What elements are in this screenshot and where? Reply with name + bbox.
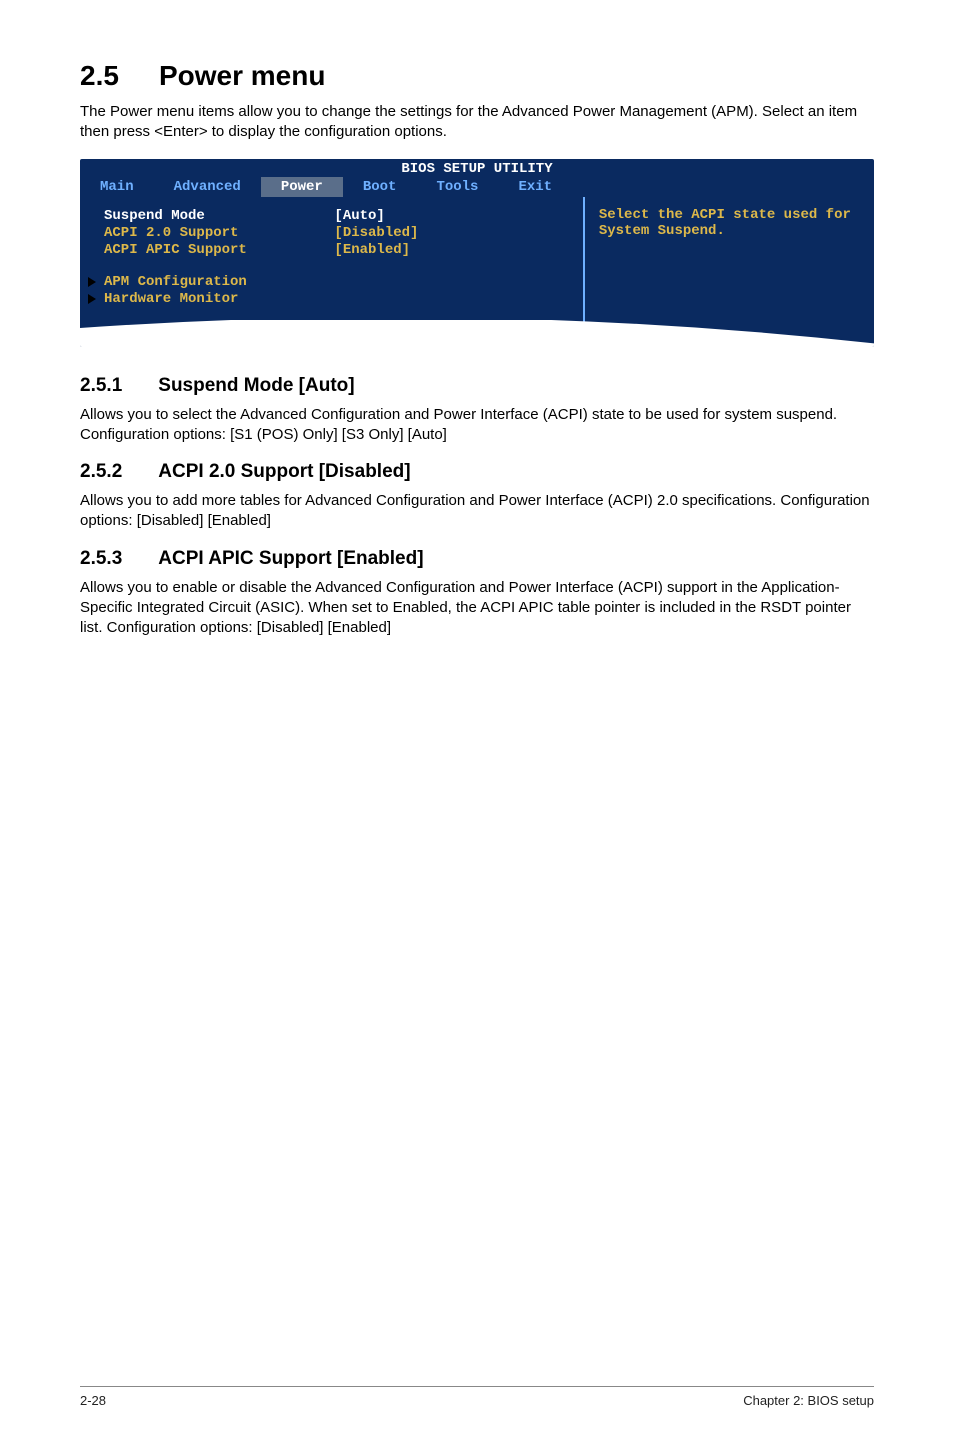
bios-left-pane: Suspend Mode [Auto] ACPI 2.0 Support [Di… (80, 197, 585, 347)
section-title-text: Power menu (159, 60, 325, 91)
bios-value-suspend: [Auto] (334, 208, 564, 224)
bios-submenu-hw-label: Hardware Monitor (104, 291, 238, 307)
page-footer: 2-28 Chapter 2: BIOS setup (80, 1386, 874, 1408)
bios-row-suspend: Suspend Mode [Auto] (104, 208, 565, 224)
bios-submenu-apm: APM Configuration (104, 274, 565, 290)
section-heading: 2.5 Power menu (80, 60, 874, 92)
subsection-2-text: Allows you to add more tables for Advanc… (80, 491, 874, 532)
bios-tab-exit: Exit (498, 177, 572, 197)
bios-row-acpiapic: ACPI APIC Support [Enabled] (104, 242, 565, 258)
subsection-3-title: ACPI APIC Support [Enabled] (158, 548, 423, 569)
triangle-icon (88, 277, 96, 287)
footer-page-number: 2-28 (80, 1393, 106, 1408)
bios-body: Suspend Mode [Auto] ACPI 2.0 Support [Di… (80, 197, 874, 347)
bios-tab-power: Power (261, 177, 343, 197)
bios-header: BIOS SETUP UTILITY (80, 159, 874, 177)
subsection-1-number: 2.5.1 (80, 375, 122, 397)
bios-label-acpi20: ACPI 2.0 Support (104, 225, 334, 241)
subsection-3-text: Allows you to enable or disable the Adva… (80, 578, 874, 639)
bios-tab-advanced: Advanced (154, 177, 261, 197)
subsection-1-text: Allows you to select the Advanced Config… (80, 405, 874, 446)
bios-value-acpi20: [Disabled] (334, 225, 564, 241)
subsection-2-number: 2.5.2 (80, 461, 122, 483)
bios-help-pane: Select the ACPI state used for System Su… (585, 197, 874, 347)
bios-label-suspend: Suspend Mode (104, 208, 334, 224)
triangle-icon (88, 294, 96, 304)
bios-row-acpi20: ACPI 2.0 Support [Disabled] (104, 225, 565, 241)
bios-submenu-hw: Hardware Monitor (104, 291, 565, 307)
section-number: 2.5 (80, 60, 119, 92)
footer-chapter: Chapter 2: BIOS setup (743, 1393, 874, 1408)
bios-tab-main: Main (80, 177, 154, 197)
subsection-1-title: Suspend Mode [Auto] (158, 375, 354, 396)
bios-tab-boot: Boot (343, 177, 417, 197)
subsection-1-heading: 2.5.1 Suspend Mode [Auto] (80, 375, 874, 397)
bios-tab-bar: Main Advanced Power Boot Tools Exit (80, 177, 874, 197)
bios-submenu-apm-label: APM Configuration (104, 274, 247, 290)
subsection-3-heading: 2.5.3 ACPI APIC Support [Enabled] (80, 548, 874, 570)
subsection-2-heading: 2.5.2 ACPI 2.0 Support [Disabled] (80, 461, 874, 483)
bios-tab-tools: Tools (416, 177, 498, 197)
subsection-2-title: ACPI 2.0 Support [Disabled] (158, 461, 410, 482)
bios-screenshot: BIOS SETUP UTILITY Main Advanced Power B… (80, 159, 874, 347)
section-intro: The Power menu items allow you to change… (80, 102, 874, 143)
bios-label-acpiapic: ACPI APIC Support (104, 242, 334, 258)
subsection-3-number: 2.5.3 (80, 548, 122, 570)
bios-help-text: Select the ACPI state used for System Su… (599, 207, 851, 239)
bios-value-acpiapic: [Enabled] (334, 242, 564, 258)
